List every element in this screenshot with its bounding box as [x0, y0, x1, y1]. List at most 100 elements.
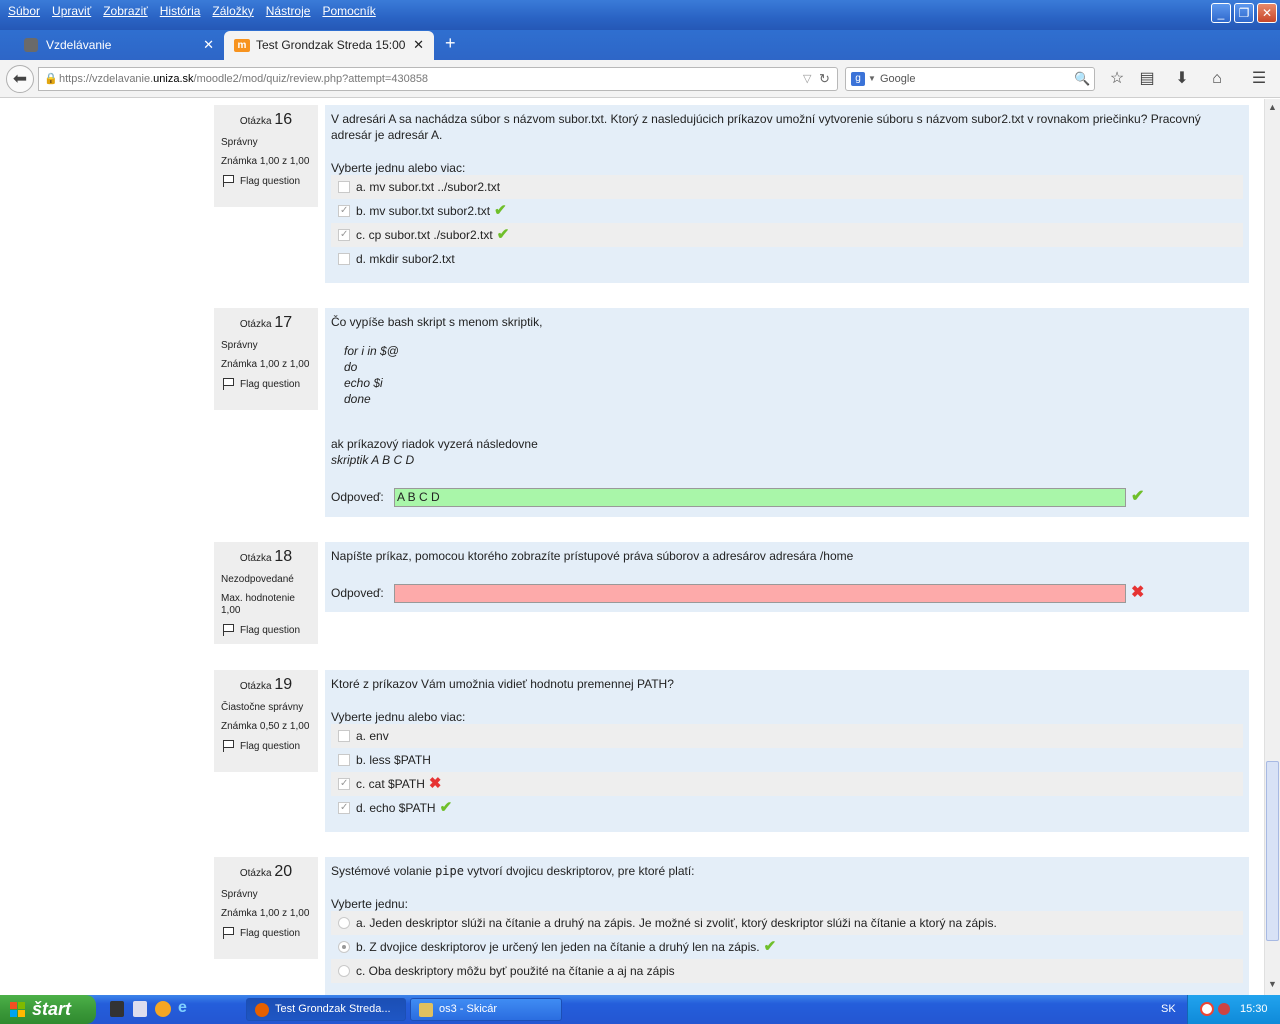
answer-option[interactable]: b. Z dvojice deskriptorov je určený len … — [331, 935, 1243, 959]
question-info-18: Otázka 18 Nezodpovedané Max. hodnotenie … — [214, 542, 318, 644]
search-bar[interactable]: g ▼ Google 🔍 — [845, 67, 1095, 91]
new-tab-icon[interactable]: + — [445, 33, 456, 54]
question-number: Otázka 17 — [239, 314, 293, 331]
navigation-bar: ⬅ 🔒 https://vzdelavanie.uniza.sk/moodle2… — [0, 60, 1280, 98]
tab-label: Test Grondzak Streda 15:00 — [256, 38, 406, 52]
menu-subor[interactable]: Súbor — [2, 0, 46, 22]
download-icon[interactable]: ⬇ — [1172, 69, 1192, 89]
magnifier-icon[interactable]: 🔍 — [1074, 68, 1090, 90]
menu-historia[interactable]: História — [154, 0, 207, 22]
code-inline: pipe — [435, 864, 464, 878]
lock-icon: 🔒 — [44, 73, 58, 85]
answer-option[interactable]: d. mkdir subor2.txt — [331, 247, 1243, 271]
answer-option[interactable]: a. mv subor.txt ../subor2.txt — [331, 175, 1243, 199]
dropdown-arrow-icon[interactable]: ▽ — [803, 68, 811, 90]
taskbar-item-firefox[interactable]: Test Grondzak Streda... — [246, 998, 406, 1021]
tab-label: Vzdelávanie — [46, 38, 112, 52]
flag-question-button[interactable]: Flag question — [221, 624, 311, 636]
question-body-17: Čo vypíše bash skript s menom skriptik, … — [325, 308, 1249, 517]
title-bar: Súbor Upraviť Zobraziť História Záložky … — [0, 0, 1280, 30]
radio-button[interactable] — [338, 917, 350, 929]
answer-option[interactable]: c. Oba deskriptory môžu byť použité na č… — [331, 959, 1243, 983]
answer-field[interactable]: A B C D — [394, 488, 1126, 507]
question-grade: Známka 0,50 z 1,00 — [221, 721, 310, 732]
checkbox[interactable] — [338, 253, 350, 265]
menu-upravit[interactable]: Upraviť — [46, 0, 97, 22]
question-grade: Max. hodnotenie 1,00 — [221, 593, 295, 616]
question-info-17: Otázka 17 Správny Známka 1,00 z 1,00 Fla… — [214, 308, 318, 410]
url-domain: uniza.sk — [153, 73, 194, 85]
answer-option[interactable]: b. less $PATH — [331, 748, 1243, 772]
checkbox[interactable] — [338, 223, 350, 247]
minimize-button[interactable]: _ — [1211, 3, 1231, 23]
question-info-20: Otázka 20 Správny Známka 1,00 z 1,00 Fla… — [214, 857, 318, 959]
checkbox[interactable] — [338, 730, 350, 742]
flag-question-button[interactable]: Flag question — [221, 740, 311, 752]
vertical-scrollbar[interactable]: ▲ ▼ — [1264, 99, 1280, 995]
bookmark-star-icon[interactable]: ☆ — [1107, 69, 1127, 89]
tab-test-grondzak[interactable]: m Test Grondzak Streda 15:00 ✕ — [224, 31, 434, 60]
scroll-down-icon[interactable]: ▼ — [1266, 977, 1279, 992]
back-button[interactable]: ⬅ — [6, 65, 34, 93]
answer-option[interactable]: a. Jeden deskriptor slúži na čítanie a d… — [331, 911, 1243, 935]
tab-vzdelavanie[interactable]: Vzdelávanie ✕ — [4, 31, 224, 60]
clock: 15:30 — [1240, 1003, 1268, 1015]
maximize-button[interactable]: ❐ — [1234, 3, 1254, 23]
radio-button[interactable] — [338, 941, 350, 953]
menu-icon[interactable]: ☰ — [1249, 69, 1269, 89]
start-button[interactable]: štart — [0, 995, 96, 1024]
chevron-down-icon[interactable]: ▼ — [868, 68, 876, 90]
flag-question-button[interactable]: Flag question — [221, 927, 311, 939]
answer-option[interactable]: c. cp subor.txt ./subor2.txt✔ — [331, 223, 1243, 247]
menu-pomocnik[interactable]: Pomocník — [316, 0, 381, 22]
question-number: Otázka 20 — [239, 863, 293, 880]
checkbox[interactable] — [338, 181, 350, 193]
question-prompt: Vyberte jednu alebo viac: — [331, 710, 466, 724]
close-tab-icon[interactable]: ✕ — [203, 31, 214, 59]
tray-app-icon[interactable] — [1200, 1002, 1214, 1016]
quicklaunch-icon[interactable] — [133, 1001, 147, 1017]
reload-icon[interactable]: ↻ — [819, 68, 830, 90]
radio-button[interactable] — [338, 965, 350, 977]
scroll-up-icon[interactable]: ▲ — [1266, 100, 1279, 115]
tray-app-icon[interactable] — [1218, 1003, 1230, 1015]
checkbox[interactable] — [338, 754, 350, 766]
language-indicator[interactable]: SK — [1161, 995, 1176, 1024]
question-info-16: Otázka 16 Správny Známka 1,00 z 1,00 Fla… — [214, 105, 318, 207]
answer-line: Odpoveď: ✖ — [331, 584, 1243, 604]
question-number: Otázka 18 — [239, 548, 293, 565]
question-body-20: Systémové volanie pipe vytvorí dvojicu d… — [325, 857, 1249, 995]
media-player-icon[interactable] — [155, 1001, 171, 1017]
scroll-thumb[interactable] — [1266, 761, 1279, 941]
menu-zobrazit[interactable]: Zobraziť — [97, 0, 154, 22]
answer-option[interactable]: d. echo $PATH✔ — [331, 796, 1243, 820]
internet-explorer-icon[interactable]: e — [178, 999, 187, 1017]
checkbox[interactable] — [338, 772, 350, 796]
question-text: Napíšte príkaz, pomocou ktorého zobrazít… — [331, 549, 854, 563]
answer-option[interactable]: c. cat $PATH✖ — [331, 772, 1243, 796]
answer-option[interactable]: a. env — [331, 724, 1243, 748]
flag-question-button[interactable]: Flag question — [221, 175, 311, 187]
close-window-button[interactable]: ✕ — [1257, 3, 1277, 23]
google-icon[interactable]: g — [851, 72, 865, 86]
answer-field[interactable] — [394, 584, 1126, 603]
checkbox[interactable] — [338, 796, 350, 820]
answer-option[interactable]: b. mv subor.txt subor2.txt✔ — [331, 199, 1243, 223]
quicklaunch-icon[interactable] — [110, 1001, 124, 1017]
home-icon[interactable]: ⌂ — [1207, 69, 1227, 89]
taskbar-item-paint[interactable]: os3 - Skicár — [410, 998, 562, 1021]
bookmarks-list-icon[interactable]: ▤ — [1137, 69, 1157, 89]
question-text: Systémové volanie pipe vytvorí dvojicu d… — [331, 864, 695, 878]
url-bar[interactable]: 🔒 https://vzdelavanie.uniza.sk/moodle2/m… — [38, 67, 838, 91]
answer-line: Odpoveď: A B C D ✔ — [331, 488, 1243, 508]
correct-check-icon: ✔ — [439, 799, 453, 816]
checkbox[interactable] — [338, 199, 350, 223]
flag-question-button[interactable]: Flag question — [221, 378, 311, 390]
menu-zalozky[interactable]: Záložky — [206, 0, 259, 22]
question-text: Ktoré z príkazov Vám umožnia vidieť hodn… — [331, 677, 674, 691]
question-prompt: Vyberte jednu alebo viac: — [331, 161, 466, 175]
menu-bar: Súbor Upraviť Zobraziť História Záložky … — [0, 0, 382, 22]
url-prefix: https://vzdelavanie. — [59, 73, 154, 85]
menu-nastroje[interactable]: Nástroje — [260, 0, 317, 22]
close-tab-icon[interactable]: ✕ — [413, 31, 424, 59]
